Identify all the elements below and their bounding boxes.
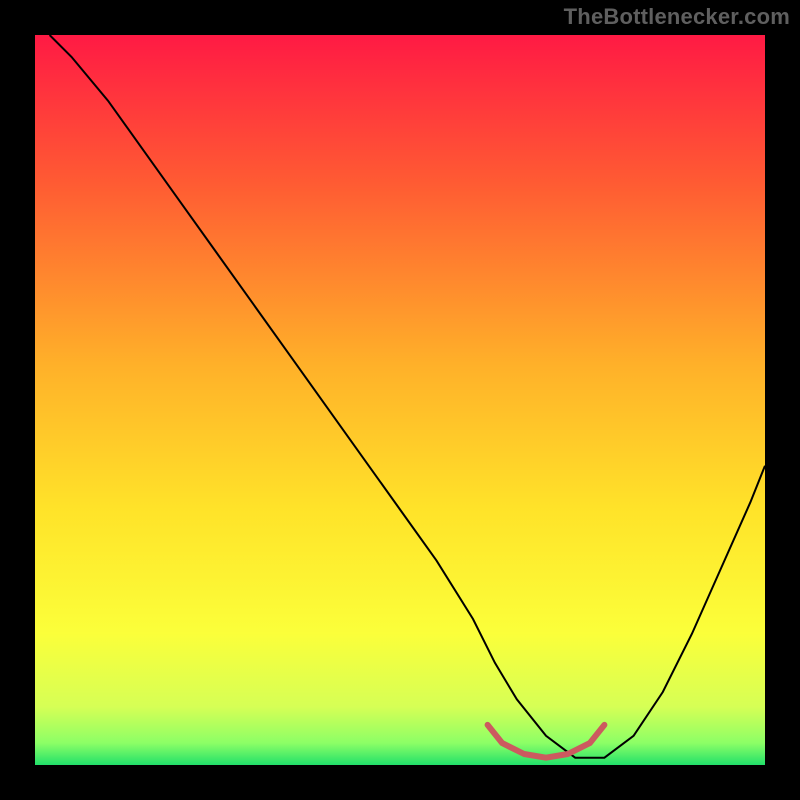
- bottleneck-chart: [35, 35, 765, 765]
- watermark-text: TheBottleneсker.com: [564, 4, 790, 30]
- chart-background: [35, 35, 765, 765]
- chart-frame: TheBottleneсker.com: [0, 0, 800, 800]
